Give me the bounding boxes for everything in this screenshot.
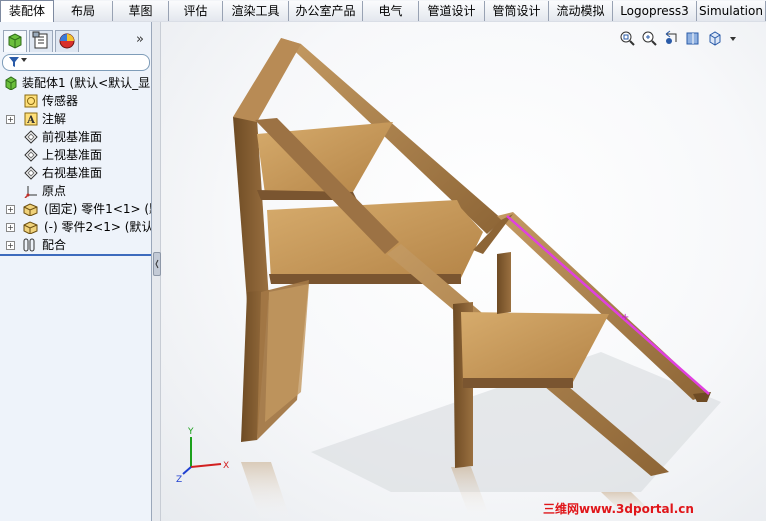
previous-view-icon[interactable]	[663, 30, 679, 46]
feature-manager-panel: » 装配体1 (默认<默认_显 传感器 + A 注解 前视基准面 上视基准面 右…	[0, 22, 152, 521]
property-manager-icon	[32, 31, 48, 49]
triad-y-label: Y	[187, 427, 194, 437]
tree-item-label: 右视基准面	[42, 166, 103, 180]
expand-toggle[interactable]: +	[6, 241, 15, 250]
view-orientation-dropdown-icon[interactable]	[727, 30, 743, 46]
tab-render-tools[interactable]: 渲染工具	[223, 1, 289, 21]
tab-sketch[interactable]: 草图	[113, 1, 169, 21]
tab-flow-simulation[interactable]: 流动模拟	[549, 1, 613, 21]
tree-item-annotations[interactable]: + A 注解	[0, 110, 151, 128]
feature-manager-tab[interactable]	[3, 30, 27, 52]
part-icon	[23, 203, 38, 216]
reference-triad: Y X Z	[176, 427, 229, 485]
tree-item-top-plane[interactable]: 上视基准面	[0, 146, 151, 164]
svg-text:A: A	[26, 115, 35, 126]
tree-item-mates[interactable]: + 配合	[0, 236, 151, 254]
view-orientation-icon[interactable]	[707, 30, 723, 46]
collapse-panel-button[interactable]: »	[136, 32, 144, 47]
tree-item-assembly-root[interactable]: 装配体1 (默认<默认_显	[0, 74, 151, 92]
sensor-icon	[24, 94, 38, 108]
tab-office-products[interactable]: 办公室产品	[289, 1, 363, 21]
zoom-area-icon[interactable]	[641, 30, 657, 46]
annotation-icon: A	[24, 112, 38, 126]
tree-filter-input[interactable]	[2, 54, 150, 71]
tab-tubing[interactable]: 管筒设计	[485, 1, 549, 21]
watermark: 三维网www.3dportal.cn	[543, 502, 694, 516]
graphics-area[interactable]: + Y X Z	[161, 22, 766, 521]
section-view-icon[interactable]	[685, 30, 701, 46]
cursor-cross-icon: +	[621, 312, 629, 323]
expand-toggle[interactable]: +	[6, 115, 15, 124]
panel-tab-strip: »	[0, 30, 152, 52]
plane-icon	[24, 130, 38, 144]
display-manager-icon	[59, 33, 75, 49]
origin-icon	[24, 186, 37, 198]
tab-electrical[interactable]: 电气	[363, 1, 419, 21]
tab-simulation[interactable]: Simulation	[697, 1, 766, 21]
feature-manager-icon	[8, 33, 22, 49]
tree-item-label: 装配体1 (默认<默认_显	[22, 76, 151, 90]
property-manager-tab[interactable]	[29, 30, 53, 52]
tab-piping[interactable]: 管道设计	[419, 1, 485, 21]
filter-icon[interactable]	[9, 56, 19, 71]
splitter-handle-icon[interactable]	[153, 252, 161, 276]
tree-rollback-bar[interactable]	[0, 254, 151, 256]
plane-icon	[24, 148, 38, 162]
tree-item-label: (-) 零件2<1> (默认	[44, 220, 151, 234]
expand-toggle[interactable]: +	[6, 223, 15, 232]
tree-item-label: 原点	[42, 184, 67, 198]
triad-z-label: Z	[176, 475, 182, 485]
tree-item-part1[interactable]: + (固定) 零件1<1> (默	[0, 200, 151, 218]
expand-toggle[interactable]: +	[6, 205, 15, 214]
tree-item-label: 配合	[42, 238, 67, 252]
tab-layout[interactable]: 布局	[54, 1, 113, 21]
assembly-icon	[5, 76, 17, 90]
command-manager-tabs: 装配体 布局 草图 评估 渲染工具 办公室产品 电气 管道设计 管筒设计 流动模…	[0, 0, 766, 23]
triad-x-label: X	[223, 461, 229, 471]
heads-up-toolbar	[619, 30, 744, 48]
display-manager-tab[interactable]	[55, 30, 79, 52]
mates-icon	[23, 238, 35, 252]
filter-dropdown-caret-icon[interactable]	[21, 58, 27, 62]
tree-item-sensors[interactable]: 传感器	[0, 92, 151, 110]
tree-item-label: 注解	[42, 112, 67, 126]
part-icon	[23, 221, 38, 234]
tree-item-part2[interactable]: + (-) 零件2<1> (默认	[0, 218, 151, 236]
tree-item-label: 前视基准面	[42, 130, 103, 144]
tree-item-label: 上视基准面	[42, 148, 103, 162]
model-view: + Y X Z	[176, 38, 721, 521]
plane-icon	[24, 166, 38, 180]
tree-item-front-plane[interactable]: 前视基准面	[0, 128, 151, 146]
tree-item-right-plane[interactable]: 右视基准面	[0, 164, 151, 182]
zoom-to-fit-icon[interactable]	[619, 30, 635, 46]
tree-item-label: (固定) 零件1<1> (默	[44, 202, 151, 216]
tree-item-origin[interactable]: 原点	[0, 182, 151, 200]
tab-logopress3[interactable]: Logopress3	[613, 1, 697, 21]
tab-assembly[interactable]: 装配体	[0, 0, 54, 22]
tab-evaluate[interactable]: 评估	[169, 1, 223, 21]
tree-item-label: 传感器	[42, 94, 79, 108]
